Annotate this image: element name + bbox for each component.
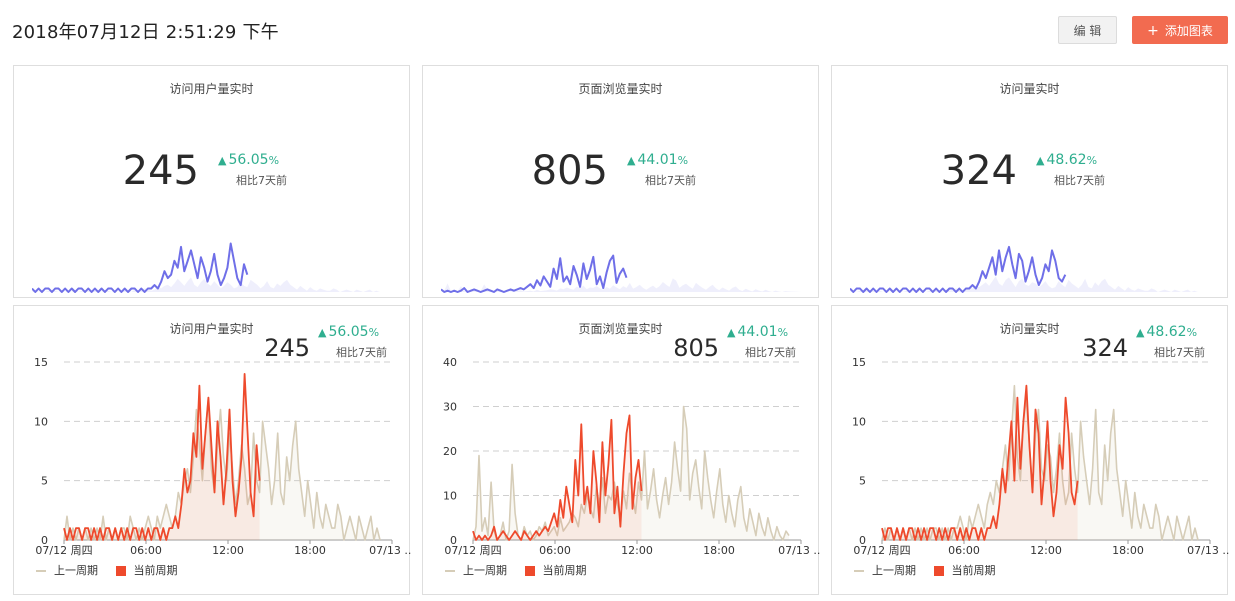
y-tick-label: 10	[852, 415, 866, 428]
sparkline-chart	[441, 254, 802, 293]
y-tick-label: 15	[34, 356, 48, 369]
metric-change: ▲ 44.01%	[627, 152, 689, 168]
box-swatch-icon	[933, 566, 944, 576]
metric-value: 324	[940, 148, 1017, 194]
line-swatch-icon	[854, 570, 864, 572]
sparkline-chart	[850, 245, 1211, 293]
y-tick-label: 10	[443, 490, 457, 503]
metric-value: 805	[531, 148, 608, 194]
metric-value: 245	[122, 148, 199, 194]
line-chart[interactable]: 05101507/12 周四 06:00 12:00 18:00 07/13 ...	[14, 346, 411, 568]
chart-card-pageviews[interactable]: 页面浏览量实时 805 ▲ 44.01% 相比7天前 0 10 20 30 40 07/12…	[422, 305, 820, 595]
edit-button[interactable]: 编 辑	[1058, 16, 1117, 44]
metric-compare-label: 相比7天前	[645, 174, 696, 187]
y-tick-label: 5	[41, 475, 48, 488]
legend-item-previous[interactable]: 上一周期	[36, 562, 98, 578]
metric-card-visitors[interactable]: 访问用户量实时 245 ▲ 56.05% 相比7天前	[13, 65, 410, 298]
legend-item-previous[interactable]: 上一周期	[854, 562, 916, 578]
up-triangle-icon: ▲	[318, 326, 327, 339]
x-tick-label: 07/12 周四	[853, 544, 910, 557]
legend-item-current[interactable]: 当前周期	[933, 562, 996, 578]
series-area	[64, 373, 260, 540]
metric-change: ▲ 56.05%	[218, 152, 280, 168]
x-tick-label: 06:00	[539, 544, 571, 557]
sparkline-area	[850, 276, 1211, 292]
metric-change: ▲ 48.62%	[1036, 152, 1098, 168]
line-chart[interactable]: 05101507/12 周四 06:00 12:00 18:00 07/13 ...	[832, 346, 1229, 568]
metric-card-pageviews[interactable]: 页面浏览量实时 805 ▲ 44.01% 相比7天前	[422, 65, 819, 298]
metric-change: ▲ 44.01%	[727, 324, 789, 340]
x-tick-label: 18:00	[294, 544, 326, 557]
current-datetime: 2018年07月12日 2:51:29 下午	[12, 22, 279, 43]
line-swatch-icon	[36, 570, 46, 572]
metric-change: ▲ 48.62%	[1136, 324, 1198, 340]
x-tick-label: 12:00	[621, 544, 653, 557]
chart-card-visitors[interactable]: 访问用户量实时 245 ▲ 56.05% 相比7天前 0 5 10 15 07/12 周四…	[13, 305, 411, 595]
metric-change: ▲ 56.05%	[318, 324, 380, 340]
legend-item-current[interactable]: 当前周期	[115, 562, 178, 578]
x-tick-label: 12:00	[1030, 544, 1062, 557]
up-triangle-icon: ▲	[1136, 326, 1145, 339]
y-tick-label: 5	[859, 475, 866, 488]
chart-legend: 上一周期 当前周期	[854, 562, 1010, 578]
x-tick-label: 07/12 周四	[444, 544, 501, 557]
sparkline-chart	[32, 242, 393, 293]
x-tick-label: 12:00	[212, 544, 244, 557]
up-triangle-icon: ▲	[218, 154, 227, 167]
card-title: 访问用户量实时	[169, 82, 254, 96]
sparkline-line	[441, 254, 628, 293]
x-tick-label: 07/13 ...	[778, 544, 820, 557]
add-chart-label: 添加图表	[1164, 24, 1213, 38]
up-triangle-icon: ▲	[627, 154, 636, 167]
y-tick-label: 20	[443, 445, 457, 458]
box-swatch-icon	[524, 566, 535, 576]
x-tick-label: 07/12 周四	[35, 544, 92, 557]
metric-compare-label: 相比7天前	[236, 174, 287, 187]
toolbar: 2018年07月12日 2:51:29 下午 编 辑 + 添加图表	[0, 0, 1235, 62]
up-triangle-icon: ▲	[727, 326, 736, 339]
x-tick-label: 06:00	[948, 544, 980, 557]
metric-card-visits[interactable]: 访问量实时 324 ▲ 48.62% 相比7天前	[831, 65, 1228, 298]
chart-card-visits[interactable]: 访问量实时 324 ▲ 48.62% 相比7天前 0 5 10 15 07/12 周四 06…	[831, 305, 1229, 595]
x-tick-label: 18:00	[703, 544, 735, 557]
chart-legend: 上一周期 当前周期	[36, 562, 192, 578]
x-tick-label: 18:00	[1112, 544, 1144, 557]
metric-compare-label: 相比7天前	[1054, 174, 1105, 187]
card-title: 页面浏览量实时	[578, 82, 663, 96]
box-swatch-icon	[115, 566, 126, 576]
y-tick-label: 15	[852, 356, 866, 369]
plus-icon: +	[1147, 23, 1159, 39]
legend-item-current[interactable]: 当前周期	[524, 562, 587, 578]
y-tick-label: 10	[34, 415, 48, 428]
x-tick-label: 06:00	[130, 544, 162, 557]
y-tick-label: 30	[443, 401, 457, 414]
chart-legend: 上一周期 当前周期	[445, 562, 601, 578]
legend-item-previous[interactable]: 上一周期	[445, 562, 507, 578]
add-chart-button[interactable]: + 添加图表	[1132, 16, 1228, 44]
x-tick-label: 07/13 ...	[1187, 544, 1229, 557]
x-tick-label: 07/13 ...	[369, 544, 411, 557]
line-chart[interactable]: 01020304007/12 周四 06:00 12:00 18:00 07/13 ..…	[423, 346, 820, 568]
y-tick-label: 40	[443, 356, 457, 369]
card-title: 访问量实时	[999, 82, 1060, 96]
up-triangle-icon: ▲	[1036, 154, 1045, 167]
line-swatch-icon	[445, 570, 455, 572]
